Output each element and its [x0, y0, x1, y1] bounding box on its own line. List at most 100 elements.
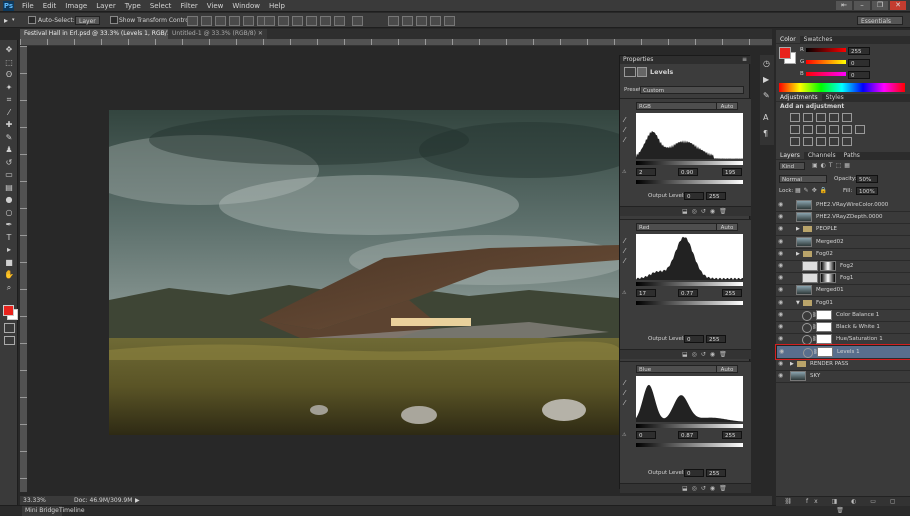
output-black-field[interactable]: 0	[684, 192, 704, 200]
white-point-eyedropper-icon[interactable]: ⁄	[624, 137, 631, 144]
clip-warning-icon[interactable]: ⚠	[622, 169, 626, 175]
menu-select[interactable]: Select	[150, 0, 172, 12]
exposure-icon[interactable]	[829, 113, 839, 122]
close-window-icon[interactable]: ✕	[890, 1, 906, 10]
visibility-eye-icon[interactable]: ◉	[778, 287, 786, 293]
visibility-eye-icon[interactable]: ◉	[778, 324, 786, 330]
input-gamma-field[interactable]: 0.87	[678, 431, 698, 439]
tool-preset-dropdown[interactable]: ▾	[12, 17, 15, 23]
paragraph-icon[interactable]: ¶	[763, 129, 768, 138]
output-gradient[interactable]	[636, 180, 743, 184]
close-icon[interactable]: ✕	[258, 30, 263, 37]
opacity-field[interactable]: 50%	[856, 175, 878, 183]
3d-scale-icon[interactable]	[444, 16, 455, 26]
selective-color-icon[interactable]	[842, 137, 852, 146]
color-ramp[interactable]	[779, 83, 905, 92]
clip-warning-icon[interactable]: ⚠	[622, 432, 626, 438]
auto-align-icon[interactable]	[352, 16, 366, 26]
output-gradient[interactable]	[636, 301, 743, 305]
shape-tool-icon[interactable]: ■	[4, 258, 14, 267]
layer-row[interactable]: ◉ Fog2	[776, 260, 910, 273]
mask-thumbnail[interactable]	[816, 322, 832, 332]
input-black-field[interactable]: 17	[636, 289, 656, 297]
preset-dropdown[interactable]: Custom	[640, 86, 744, 94]
menu-help[interactable]: Help	[269, 0, 285, 12]
color-r-slider[interactable]	[806, 48, 846, 52]
tab-color[interactable]: Color	[776, 36, 800, 43]
layer-thumbnail[interactable]	[796, 285, 812, 296]
layer-thumbnail[interactable]	[796, 200, 812, 210]
layer-thumbnail[interactable]	[802, 273, 818, 284]
hand-tool-icon[interactable]: ✋	[4, 270, 14, 279]
posterize-icon[interactable]	[803, 137, 813, 146]
foreground-color-icon[interactable]	[3, 305, 14, 316]
input-white-field[interactable]: 255	[722, 431, 742, 439]
properties-footer-icons[interactable]: ⬓◎↺◉🗑	[682, 484, 731, 493]
brush-icon[interactable]: ✎	[763, 91, 770, 100]
visibility-eye-icon[interactable]: ◉	[778, 238, 786, 245]
menu-type[interactable]: Type	[125, 0, 141, 12]
align-bottom-icon[interactable]	[215, 16, 226, 26]
visibility-eye-icon[interactable]: ◉	[778, 263, 786, 269]
expand-closed-icon[interactable]: ▶	[790, 358, 794, 370]
input-black-field[interactable]: 0	[636, 431, 656, 439]
auto-button[interactable]: Auto	[716, 365, 738, 373]
healing-tool-icon[interactable]: ✚	[4, 120, 14, 129]
gray-point-eyedropper-icon[interactable]: ⁄	[624, 248, 631, 255]
color-r-field[interactable]: 255	[848, 47, 870, 55]
foreground-color-swatch[interactable]	[779, 47, 791, 59]
mask-thumbnail[interactable]	[817, 347, 833, 358]
visibility-eye-icon[interactable]: ◉	[778, 226, 786, 232]
color-g-slider[interactable]	[806, 60, 846, 64]
white-point-eyedropper-icon[interactable]: ⁄	[624, 400, 631, 407]
output-black-field[interactable]: 0	[684, 469, 704, 477]
layer-thumbnail[interactable]	[802, 261, 818, 271]
color-b-field[interactable]: 0	[848, 71, 870, 79]
black-point-eyedropper-icon[interactable]: ⁄	[624, 117, 631, 124]
lasso-tool-icon[interactable]: ʘ	[4, 70, 14, 79]
mask-thumbnail[interactable]	[816, 334, 832, 345]
hue-sat-icon[interactable]	[790, 125, 800, 134]
color-lookup-icon[interactable]	[855, 125, 865, 134]
curves-icon[interactable]	[816, 113, 826, 122]
layer-row[interactable]: ◉ PHE2.VRayWireColor.0000	[776, 199, 910, 212]
layer-row[interactable]: ◉ ▶ RENDER PASS	[776, 358, 910, 371]
mask-thumbnail[interactable]	[820, 273, 836, 284]
quick-select-tool-icon[interactable]: ✦	[4, 83, 14, 92]
input-white-field[interactable]: 255	[722, 289, 742, 297]
tab-properties[interactable]: Properties	[623, 56, 653, 63]
distribute-bottom-icon[interactable]	[292, 16, 303, 26]
vertical-ruler[interactable]	[20, 46, 27, 492]
transform-controls-checkbox[interactable]	[110, 16, 118, 24]
3d-roll-icon[interactable]	[402, 16, 413, 26]
white-point-eyedropper-icon[interactable]: ⁄	[624, 258, 631, 265]
align-vcenter-icon[interactable]	[201, 16, 212, 26]
layer-row[interactable]: ◉⛓Hue/Saturation 1	[776, 333, 910, 347]
input-gamma-field[interactable]: 0.77	[678, 289, 698, 297]
input-black-field[interactable]: 2	[636, 168, 656, 176]
3d-slide-icon[interactable]	[430, 16, 441, 26]
bw-icon[interactable]	[816, 125, 826, 134]
visibility-eye-icon[interactable]: ◉	[778, 360, 786, 367]
gray-point-eyedropper-icon[interactable]: ⁄	[624, 127, 631, 134]
menu-image[interactable]: Image	[65, 0, 87, 12]
move-tool-icon[interactable]: ▸	[4, 16, 8, 25]
filter-kind-dropdown[interactable]: Kind	[779, 162, 805, 170]
screen-mode-icon[interactable]	[4, 336, 15, 345]
layer-thumbnail[interactable]	[796, 236, 812, 247]
distribute-right-icon[interactable]	[334, 16, 345, 26]
menu-file[interactable]: File	[22, 0, 34, 12]
fill-field[interactable]: 100%	[856, 187, 878, 195]
distribute-hcenter-icon[interactable]	[320, 16, 331, 26]
layers-footer-buttons[interactable]: ⛓ fx ◨ ◐ ▭ ▢ 🗑	[776, 496, 910, 514]
visibility-eye-icon[interactable]: ◉	[779, 349, 787, 355]
eyedropper-tool-icon[interactable]: ⁄	[4, 108, 14, 117]
photo-filter-icon[interactable]	[829, 125, 839, 134]
input-gradient[interactable]	[636, 161, 743, 165]
channel-mixer-icon[interactable]	[842, 125, 852, 134]
layer-thumbnail[interactable]	[790, 370, 806, 381]
visibility-eye-icon[interactable]: ◉	[778, 372, 786, 379]
clone-stamp-tool-icon[interactable]: ♟	[4, 145, 14, 154]
color-balance-icon[interactable]	[803, 125, 813, 134]
visibility-eye-icon[interactable]: ◉	[778, 299, 786, 306]
